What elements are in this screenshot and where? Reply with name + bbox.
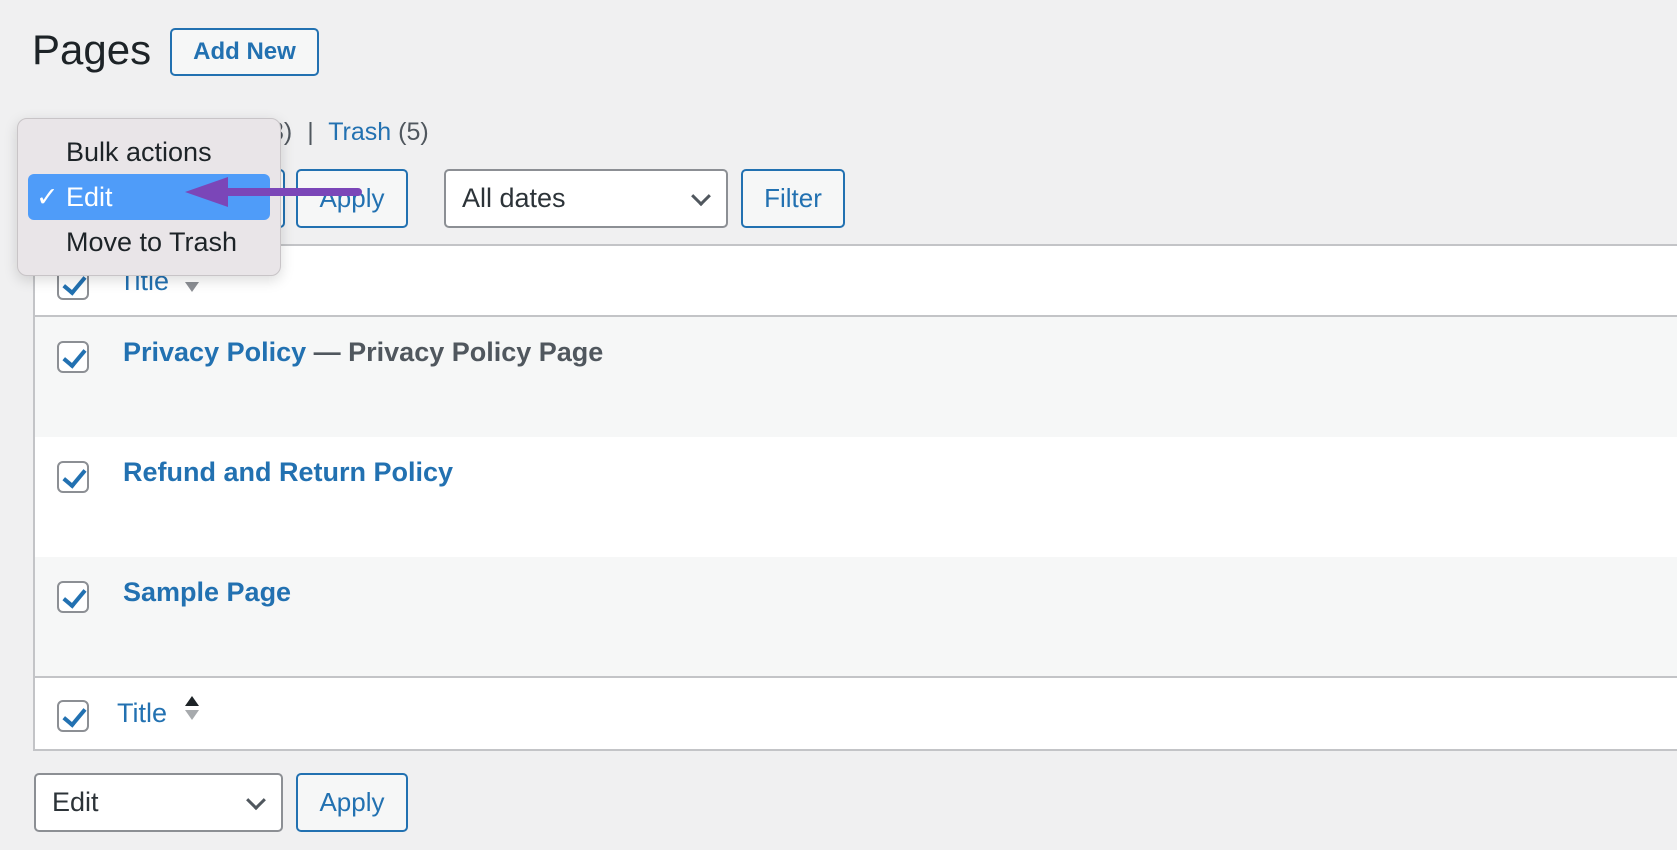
bulk-actions-select-bottom[interactable]: Edit [34,773,283,832]
select-all-checkbox-footer[interactable] [57,700,89,732]
view-filters: 3) | Trash (5) [270,118,429,147]
menu-item-bulk-actions[interactable]: Bulk actions [28,129,270,175]
row-title-link[interactable]: Privacy Policy [123,337,306,367]
menu-item-edit-label: Edit [66,181,113,212]
annotation-arrow-icon [185,177,362,207]
checkmark-icon: ✓ [36,181,59,212]
bulk-actions-value: Edit [52,787,99,817]
row-checkbox[interactable] [57,581,89,613]
date-filter-select[interactable]: All dates [444,169,728,228]
row-title-link[interactable]: Refund and Return Policy [123,457,453,488]
trash-link[interactable]: Trash [328,118,391,146]
title-column-footer[interactable]: Title [117,698,167,729]
table-row: Refund and Return Policy [35,437,1677,557]
post-state: — Privacy Policy Page [313,337,604,367]
row-checkbox[interactable] [57,461,89,493]
date-filter-value: All dates [462,183,566,213]
row-title-link[interactable]: Sample Page [123,577,291,608]
sort-up-icon [185,696,199,706]
sort-down-icon [185,710,199,720]
trash-count: (5) [398,118,429,146]
add-new-button[interactable]: Add New [170,28,319,76]
separator: | [307,118,314,146]
menu-item-move-to-trash[interactable]: Move to Trash [28,219,270,265]
table-row: Sample Page [35,557,1677,678]
pages-table: Title Privacy Policy — Privacy Policy Pa… [33,244,1677,751]
filter-button[interactable]: Filter [741,169,845,228]
table-row: Privacy Policy — Privacy Policy Page [35,317,1677,437]
chevron-down-icon [246,789,266,810]
apply-button-bottom[interactable]: Apply [296,773,408,832]
table-footer: Title [35,678,1677,749]
row-checkbox[interactable] [57,341,89,373]
sort-down-icon [185,282,199,299]
chevron-down-icon [691,185,711,206]
table-header: Title [35,246,1677,317]
page-title: Pages [32,26,152,73]
